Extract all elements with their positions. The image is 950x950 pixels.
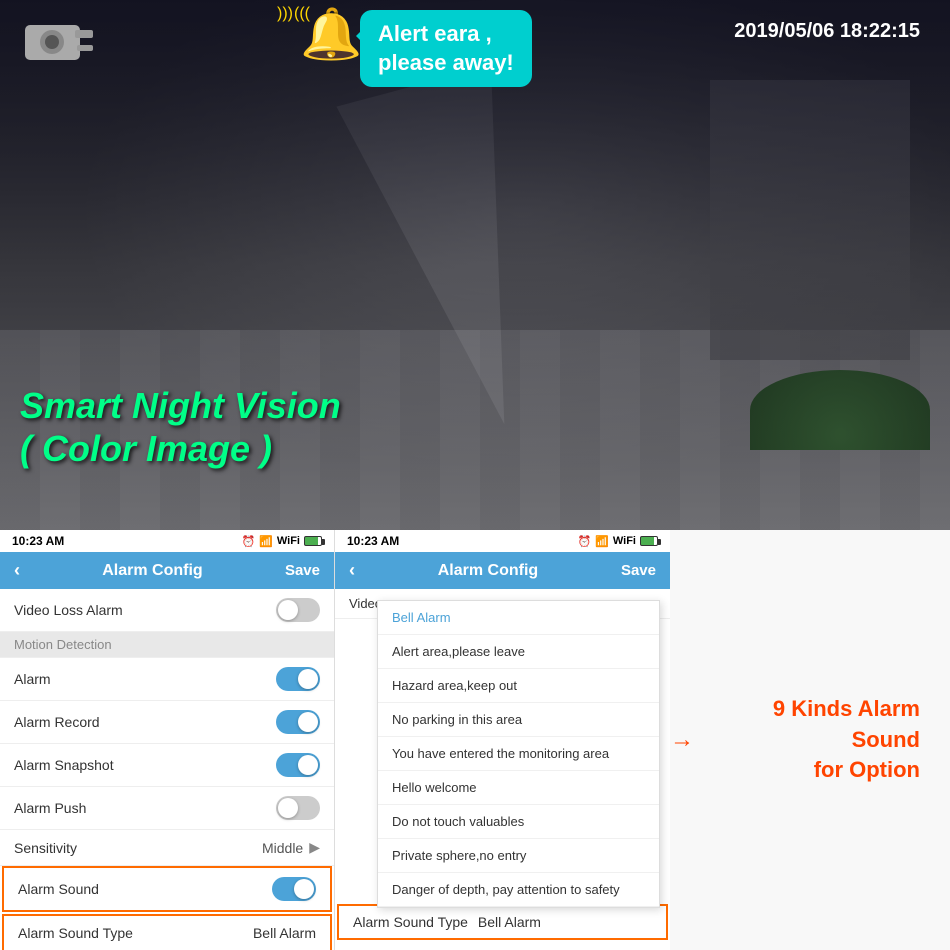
smart-vision-line2: ( Color Image ) [20, 427, 341, 470]
phone2-alarm-sound-type-value: Bell Alarm [478, 914, 541, 930]
alarm-toggle[interactable] [276, 667, 320, 691]
alarm-sound-label: Alarm Sound [18, 881, 99, 897]
phone2-status-icons: ⏰ 📶 WiFi [577, 535, 658, 548]
dropdown-item-welcome[interactable]: Hello welcome [378, 771, 659, 805]
phone2-status-bar: 10:23 AM ⏰ 📶 WiFi [335, 530, 670, 552]
phone2-signal-icon: 📶 [595, 535, 609, 548]
sensitivity-triangle: ▶ [309, 839, 320, 856]
video-loss-toggle[interactable] [276, 598, 320, 622]
battery-icon [304, 536, 322, 546]
alarm-push-toggle[interactable] [276, 796, 320, 820]
alert-line2: please away! [378, 50, 514, 75]
alarm-icon: ⏰ [241, 535, 255, 548]
annotation-text: 9 Kinds Alarm Sound for Option [704, 694, 920, 786]
phone1-alarm-header: ‹ Alarm Config Save [0, 552, 334, 589]
phone1-save-btn[interactable]: Save [285, 562, 320, 579]
alarm-row: Alarm [0, 658, 334, 701]
phone1-status-bar: 10:23 AM ⏰ 📶 WiFi [0, 530, 334, 552]
phone2-battery-icon [640, 536, 658, 546]
motion-detection-section: Motion Detection [0, 632, 334, 658]
phone2-time: 10:23 AM [347, 534, 399, 548]
dropdown-item-no-parking[interactable]: No parking in this area [378, 703, 659, 737]
alarm-record-toggle[interactable] [276, 710, 320, 734]
dropdown-item-danger[interactable]: Danger of depth, pay attention to safety [378, 873, 659, 907]
sensitivity-row: Sensitivity Middle ▶ [0, 830, 334, 866]
alarm-sound-type-value: Bell Alarm [253, 925, 316, 941]
dropdown-item-private[interactable]: Private sphere,no entry [378, 839, 659, 873]
bottom-section: 10:23 AM ⏰ 📶 WiFi ‹ Alarm Config Save Vi… [0, 530, 950, 950]
alarm-push-row: Alarm Push [0, 787, 334, 830]
dropdown-item-monitoring[interactable]: You have entered the monitoring area [378, 737, 659, 771]
alarm-snapshot-label: Alarm Snapshot [14, 757, 114, 773]
phone1-header-title: Alarm Config [102, 562, 202, 580]
smart-vision-line1: Smart Night Vision [20, 384, 341, 427]
phone1-back-btn[interactable]: ‹ [14, 560, 20, 581]
phone2-bottom-alarm-row: Alarm Sound Type Bell Alarm [337, 904, 668, 940]
video-loss-row: Video Loss Alarm [0, 589, 334, 632]
timestamp: 2019/05/06 18:22:15 [734, 20, 920, 43]
signal-icon: 📶 [259, 535, 273, 548]
dropdown-item-valuables[interactable]: Do not touch valuables [378, 805, 659, 839]
alarm-sound-row: Alarm Sound [2, 866, 332, 912]
sensitivity-label: Sensitivity [14, 840, 77, 856]
phone2-alarm-sound-type-label: Alarm Sound Type [353, 914, 468, 930]
alert-bubble: Alert eara , please away! [360, 10, 532, 87]
phone2-save-btn[interactable]: Save [621, 562, 656, 579]
dropdown-item-alert-area[interactable]: Alert area,please leave [378, 635, 659, 669]
annotation-wrapper: → 9 Kinds Alarm Sound for Option [670, 694, 920, 786]
sensitivity-value: Middle [262, 840, 303, 856]
phone2-alarm-header: ‹ Alarm Config Save [335, 552, 670, 589]
camera-section: 🔔 ))) ((( Alert eara , please away! 2019… [0, 0, 950, 530]
alarm-sound-type-label: Alarm Sound Type [18, 925, 133, 941]
wifi-icon: WiFi [277, 535, 300, 547]
annotation-line2: for Option [814, 757, 920, 782]
dropdown-item-bell[interactable]: Bell Alarm [378, 601, 659, 635]
phone2-header-title: Alarm Config [438, 562, 538, 580]
annotation-arrow: → [670, 726, 694, 754]
alarm-sound-type-row: Alarm Sound Type Bell Alarm [2, 914, 332, 950]
video-loss-label: Video Loss Alarm [14, 602, 123, 618]
alarm-sound-toggle[interactable] [272, 877, 316, 901]
phone2-alarm-icon: ⏰ [577, 535, 591, 548]
alarm-label: Alarm [14, 671, 51, 687]
alarm-snapshot-row: Alarm Snapshot [0, 744, 334, 787]
camera-hardware-icon [15, 15, 95, 72]
alarm-snapshot-toggle[interactable] [276, 753, 320, 777]
alarm-record-label: Alarm Record [14, 714, 100, 730]
motion-detection-label: Motion Detection [14, 637, 112, 652]
alarm-sound-dropdown[interactable]: Bell Alarm Alert area,please leave Hazar… [377, 600, 660, 908]
phone1-status-icons: ⏰ 📶 WiFi [241, 535, 322, 548]
phone2-wifi-icon: WiFi [613, 535, 636, 547]
dropdown-item-hazard[interactable]: Hazard area,keep out [378, 669, 659, 703]
smart-night-vision-text: Smart Night Vision ( Color Image ) [20, 384, 341, 470]
phone-1: 10:23 AM ⏰ 📶 WiFi ‹ Alarm Config Save Vi… [0, 530, 335, 950]
alarm-record-row: Alarm Record [0, 701, 334, 744]
phone1-time: 10:23 AM [12, 534, 64, 548]
phone-2: 10:23 AM ⏰ 📶 WiFi ‹ Alarm Config Save Vi… [335, 530, 670, 950]
annotation-line1: 9 Kinds Alarm Sound [773, 696, 920, 752]
alert-line1: Alert eara , [378, 21, 492, 46]
phone2-back-btn[interactable]: ‹ [349, 560, 355, 581]
alarm-push-label: Alarm Push [14, 800, 86, 816]
annotation-area: → 9 Kinds Alarm Sound for Option [670, 530, 950, 950]
